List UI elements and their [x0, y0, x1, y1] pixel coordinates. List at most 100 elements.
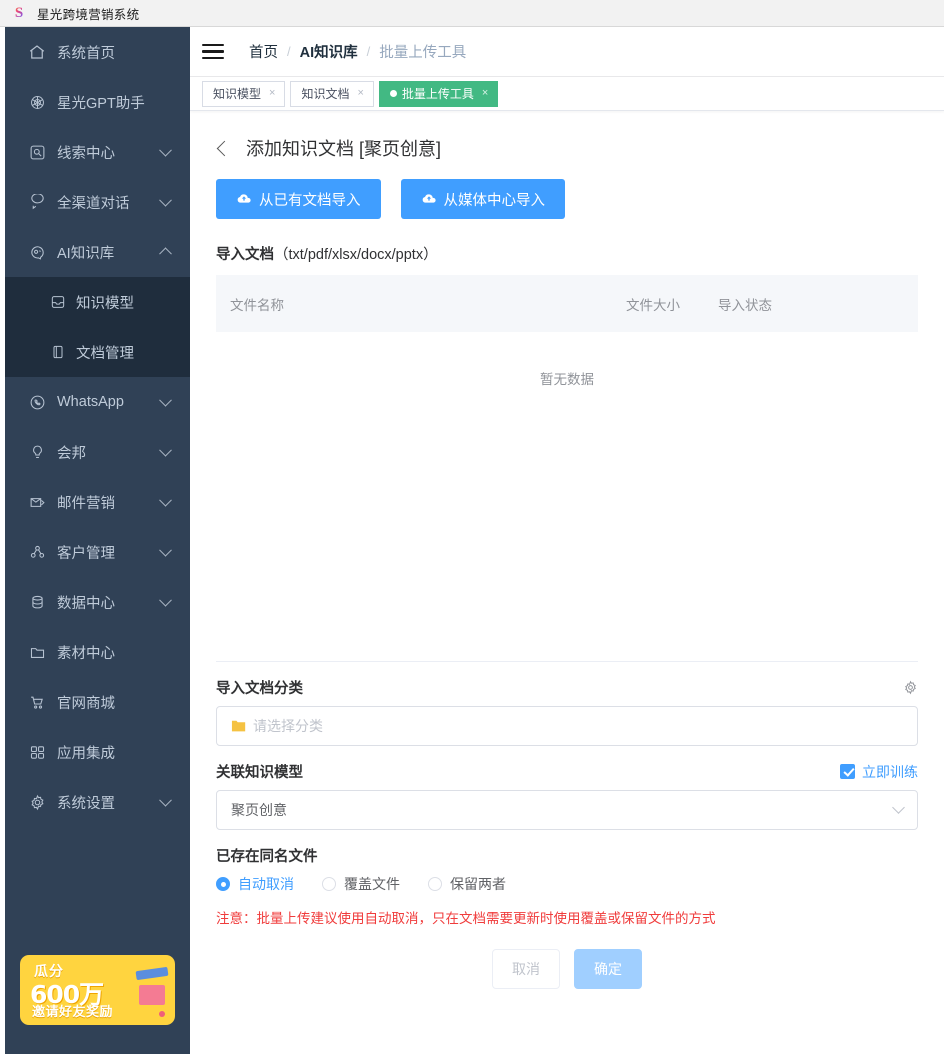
folder-icon — [231, 719, 246, 733]
app-window: S 星光跨境营销系统 系统首页 星光GPT助手 线索中心 全渠道对话 AI知识库… — [0, 0, 950, 1058]
sidebar-item-data-center[interactable]: 数据中心 — [5, 577, 190, 627]
breadcrumb-item-knowledge-base[interactable]: AI知识库 — [300, 41, 358, 62]
tab-label: 知识模型 — [213, 87, 262, 101]
sidebar-item-label: 星光GPT助手 — [57, 95, 145, 112]
sidebar-submenu-ai-knowledge-base: 知识模型 文档管理 — [5, 277, 190, 377]
sidebar-item-customer-management[interactable]: 客户管理 — [5, 527, 190, 577]
sidebar-item-ai-knowledge-base[interactable]: AI知识库 — [5, 227, 190, 277]
sidebar-item-label: 知识模型 — [76, 295, 134, 312]
breadcrumb-separator: / — [287, 44, 291, 59]
chevron-down-icon — [159, 393, 172, 407]
cancel-button[interactable]: 取消 — [492, 949, 560, 989]
radio-label: 覆盖文件 — [344, 876, 400, 892]
sidebar-item-label: 邮件营销 — [57, 495, 115, 512]
lead-icon — [28, 143, 46, 161]
radio-selected-icon — [216, 877, 230, 891]
model-label: 关联知识模型 — [216, 765, 303, 781]
column-header-import-status: 导入状态 — [718, 297, 772, 313]
import-from-media-center-button[interactable]: 从媒体中心导入 — [400, 179, 565, 219]
cart-icon — [28, 693, 46, 711]
category-field-group: 导入文档分类 请选择分类 — [216, 677, 918, 746]
customers-icon — [28, 543, 46, 561]
sidebar-item-material-center[interactable]: 素材中心 — [5, 627, 190, 677]
sidebar-item-system-settings[interactable]: 系统设置 — [5, 777, 190, 827]
sidebar-item-leads[interactable]: 线索中心 — [5, 127, 190, 177]
model-select[interactable]: 聚页创意 — [216, 790, 918, 830]
button-label: 从媒体中心导入 — [443, 192, 546, 209]
chevron-down-icon — [159, 443, 172, 457]
radio-unselected-icon — [428, 877, 442, 891]
ai-brain-icon — [28, 243, 46, 261]
chat-icon — [28, 193, 46, 211]
back-chevron-icon[interactable] — [216, 140, 233, 156]
tab-knowledge-model[interactable]: 知识模型 × — [202, 80, 286, 107]
sidebar-item-label: 数据中心 — [57, 595, 115, 612]
close-icon[interactable]: × — [482, 88, 488, 99]
folder-icon — [28, 643, 46, 661]
sidebar-item-official-store[interactable]: 官网商城 — [5, 677, 190, 727]
sidebar-item-home[interactable]: 系统首页 — [5, 27, 190, 77]
duplicate-label-row: 已存在同名文件 — [216, 845, 918, 866]
gear-icon[interactable] — [903, 680, 918, 695]
hamburger-icon[interactable] — [202, 40, 224, 64]
home-icon — [28, 43, 46, 61]
radio-label: 自动取消 — [238, 876, 294, 892]
active-dot-icon — [389, 90, 397, 97]
sidebar-item-label: 文档管理 — [76, 345, 134, 362]
sidebar-item-document-management[interactable]: 文档管理 — [5, 327, 190, 377]
duplicate-label: 已存在同名文件 — [216, 849, 318, 865]
sidebar-item-huibang[interactable]: 会邦 — [5, 427, 190, 477]
breadcrumb-item-home[interactable]: 首页 — [249, 41, 278, 62]
promo-line-3: 邀请好友奖励 — [32, 1004, 114, 1019]
sidebar-item-label: 系统设置 — [57, 795, 115, 812]
model-selected-value: 聚页创意 — [231, 802, 287, 818]
import-files-table: 文件名称 文件大小 导入状态 暂无数据 — [216, 275, 918, 662]
chevron-down-icon — [892, 800, 905, 814]
tab-label: 知识文档 — [301, 87, 350, 101]
radio-keep-both[interactable]: 保留两者 — [428, 874, 506, 894]
app-logo-icon: S — [12, 5, 26, 21]
chevron-down-icon — [159, 593, 172, 607]
checkbox-checked-icon — [840, 764, 855, 779]
radio-auto-cancel[interactable]: 自动取消 — [216, 874, 294, 894]
document-icon — [49, 344, 66, 361]
sidebar-item-app-integration[interactable]: 应用集成 — [5, 727, 190, 777]
close-icon[interactable]: × — [357, 88, 363, 99]
breadcrumb: 首页 / AI知识库 / 批量上传工具 — [249, 41, 466, 62]
sidebar-item-knowledge-model[interactable]: 知识模型 — [5, 277, 190, 327]
sidebar-item-email-marketing[interactable]: 邮件营销 — [5, 477, 190, 527]
cloud-upload-icon — [236, 191, 252, 207]
chevron-down-icon — [159, 543, 172, 557]
duplicate-radio-group: 自动取消 覆盖文件 保留两者 — [216, 874, 918, 894]
train-now-checkbox[interactable]: 立即训练 — [840, 762, 918, 782]
sidebar-item-gpt-assistant[interactable]: 星光GPT助手 — [5, 77, 190, 127]
train-now-label: 立即训练 — [862, 763, 918, 780]
breadcrumb-separator: / — [366, 44, 371, 59]
category-label: 导入文档分类 — [216, 681, 303, 697]
tabs-bar: 知识模型 × 知识文档 × 批量上传工具 × — [190, 77, 944, 111]
gear-icon — [28, 793, 46, 811]
promo-banner[interactable]: 瓜分 600万 邀请好友奖励 — [20, 955, 175, 1025]
sidebar-item-whatsapp[interactable]: WhatsApp — [5, 377, 190, 427]
sidebar-item-omnichannel-chat[interactable]: 全渠道对话 — [5, 177, 190, 227]
close-icon[interactable]: × — [269, 88, 275, 99]
chevron-up-icon — [159, 247, 172, 261]
model-field-group: 关联知识模型 立即训练 聚页创意 — [216, 761, 918, 830]
page-title: 添加知识文档 [聚页创意] — [246, 139, 442, 159]
tab-knowledge-document[interactable]: 知识文档 × — [290, 80, 374, 107]
confirm-button[interactable]: 确定 — [574, 949, 642, 989]
main-content: 首页 / AI知识库 / 批量上传工具 知识模型 × 知识文档 × 批量上传工具… — [190, 27, 944, 1054]
radio-overwrite-file[interactable]: 覆盖文件 — [322, 874, 400, 894]
sidebar-item-label: WhatsApp — [57, 394, 124, 410]
category-select-input[interactable]: 请选择分类 — [216, 706, 918, 746]
category-label-row: 导入文档分类 — [216, 677, 918, 698]
apps-icon — [28, 743, 46, 761]
chevron-down-icon — [159, 493, 172, 507]
page-header: 添加知识文档 [聚页创意] — [216, 133, 918, 163]
sidebar-item-label: 全渠道对话 — [57, 195, 130, 212]
tab-batch-upload-tool[interactable]: 批量上传工具 × — [378, 80, 499, 107]
sidebar: 系统首页 星光GPT助手 线索中心 全渠道对话 AI知识库 知识模型 文档管理 … — [5, 27, 190, 1054]
import-section-title: 导入文档（txt/pdf/xlsx/docx/pptx） — [216, 243, 918, 264]
cloud-upload-icon — [421, 191, 437, 207]
import-from-existing-docs-button[interactable]: 从已有文档导入 — [216, 179, 381, 219]
